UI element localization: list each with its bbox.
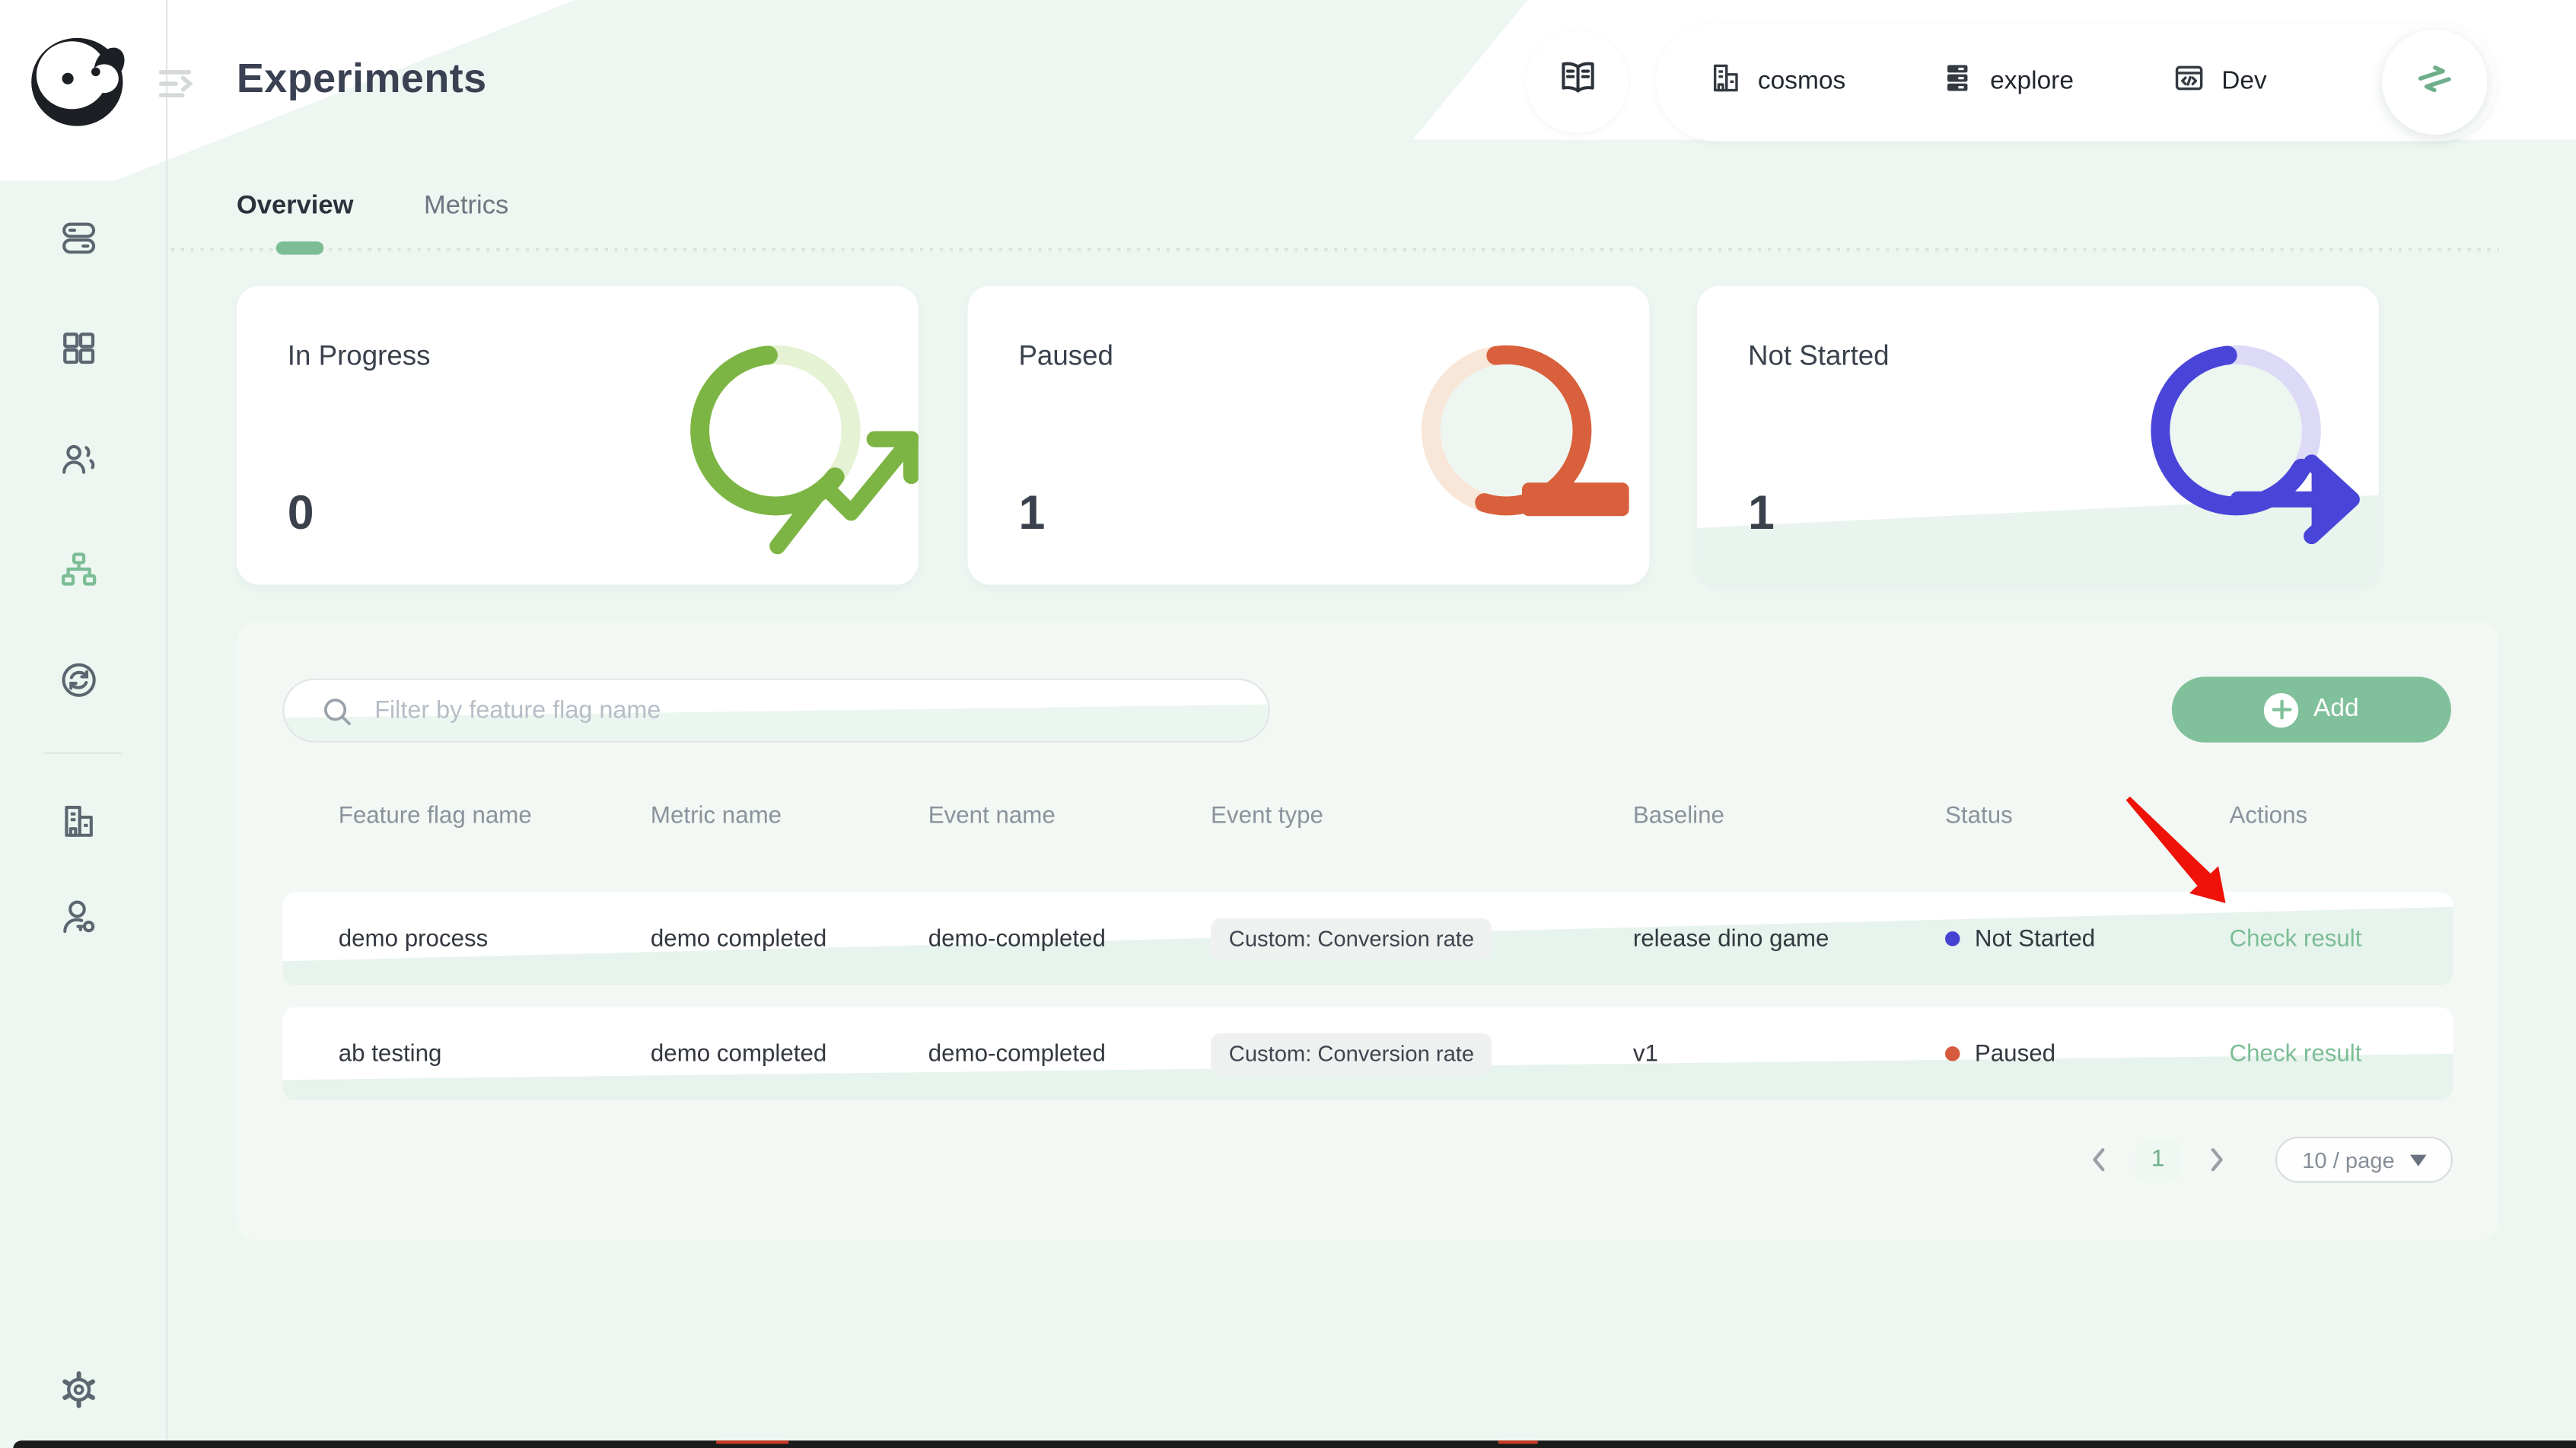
stack-icon xyxy=(1941,61,1975,103)
sidebar-item-toggles[interactable] xyxy=(59,218,99,258)
sidebar-border xyxy=(166,0,167,1448)
sidebar-item-experiments[interactable] xyxy=(59,550,99,590)
column-header: Event name xyxy=(928,794,1056,839)
code-window-icon xyxy=(2172,61,2206,103)
stat-value: 1 xyxy=(1748,488,1775,542)
stat-value: 0 xyxy=(288,488,314,542)
sidebar-item-dashboard[interactable] xyxy=(59,329,99,368)
book-icon xyxy=(1556,58,1597,107)
column-header: Metric name xyxy=(651,794,782,839)
event-type-badge: Custom: Conversion rate xyxy=(1211,1033,1492,1074)
sidebar-item-access[interactable] xyxy=(59,897,99,937)
event-name-cell: demo-completed xyxy=(928,1007,1106,1100)
status-dot xyxy=(1945,931,1960,946)
nav-item-project[interactable]: cosmos xyxy=(1708,61,1845,103)
search-input[interactable] xyxy=(374,680,1229,741)
status-label: Paused xyxy=(1975,1041,2055,1068)
nav-item-label: cosmos xyxy=(1758,68,1845,97)
active-tab-indicator xyxy=(276,241,324,254)
stat-label: Paused xyxy=(1018,340,1113,373)
add-button-label: Add xyxy=(2313,695,2359,724)
dock-accent xyxy=(1498,1440,1538,1443)
sidebar-collapse-icon[interactable] xyxy=(158,68,196,100)
metric-name-cell: demo completed xyxy=(651,892,826,985)
tab-metrics[interactable]: Metrics xyxy=(424,193,508,222)
not-started-donut xyxy=(2142,337,2329,524)
arrow-right-icon xyxy=(2211,406,2261,455)
nav-item-label: explore xyxy=(1990,68,2074,97)
column-header: Feature flag name xyxy=(339,794,532,839)
swap-arrows-icon xyxy=(2412,55,2457,109)
event-name-cell: demo-completed xyxy=(928,892,1106,985)
chevron-right-icon[interactable] xyxy=(2200,1144,2233,1176)
caret-down-icon xyxy=(2409,1154,2426,1166)
red-annotation-arrow xyxy=(2122,794,2231,912)
docs-button[interactable] xyxy=(1527,31,1629,133)
sidebar-item-sync[interactable] xyxy=(59,660,99,700)
tab-divider-line xyxy=(171,248,2499,251)
in-progress-donut xyxy=(682,337,869,524)
column-header: Status xyxy=(1945,794,2013,839)
chevron-left-icon[interactable] xyxy=(2083,1144,2116,1176)
page-number[interactable]: 1 xyxy=(2135,1138,2180,1182)
app-window: Experiments cosmos xyxy=(0,0,2576,1448)
pagination: 1 10 / page xyxy=(2083,1137,2453,1182)
status-cell: Paused xyxy=(1945,1007,2055,1100)
search-field xyxy=(282,679,1269,743)
sidebar-divider xyxy=(43,753,122,754)
mascot-logo[interactable] xyxy=(27,33,135,132)
tab-overview[interactable]: Overview xyxy=(237,193,354,222)
stat-card-not-started: Not Started 1 xyxy=(1697,286,2379,585)
nav-item-label: Dev xyxy=(2221,68,2267,97)
stat-card-in-progress: In Progress 0 xyxy=(237,286,919,585)
page-title: Experiments xyxy=(237,56,487,103)
top-navigation: cosmos explore Dev xyxy=(1656,23,2497,141)
page-size-label: 10 / page xyxy=(2302,1147,2395,1172)
metric-name-cell: demo completed xyxy=(651,1007,826,1100)
stat-label: Not Started xyxy=(1748,340,1890,373)
status-dot xyxy=(1945,1046,1960,1061)
stat-card-paused: Paused 1 xyxy=(968,286,1650,585)
baseline-cell: release dino game xyxy=(1633,892,1829,985)
trend-up-icon xyxy=(751,406,801,455)
stat-label: In Progress xyxy=(288,340,431,373)
baseline-cell: v1 xyxy=(1633,1007,1658,1100)
experiments-panel: Add Feature flag name Metric name Event … xyxy=(237,621,2499,1240)
add-button[interactable]: Add xyxy=(2172,676,2451,742)
sidebar-item-users[interactable] xyxy=(59,441,99,480)
plus-icon xyxy=(2264,692,2298,727)
nav-item-environment[interactable]: explore xyxy=(1941,61,2074,103)
status-cell: Not Started xyxy=(1945,892,2095,985)
pause-minus-icon xyxy=(1482,406,1531,455)
status-label: Not Started xyxy=(1975,925,2095,952)
event-type-badge: Custom: Conversion rate xyxy=(1211,918,1492,959)
sidebar-item-organization[interactable] xyxy=(59,801,99,841)
column-header: Actions xyxy=(2229,794,2307,839)
stat-value: 1 xyxy=(1018,488,1045,542)
paused-donut xyxy=(1413,337,1600,524)
building-icon xyxy=(1708,61,1743,103)
page-size-select[interactable]: 10 / page xyxy=(2275,1137,2453,1182)
check-result-link[interactable]: Check result xyxy=(2229,1007,2361,1100)
feature-flag-name-cell[interactable]: ab testing xyxy=(339,1007,442,1100)
switch-button[interactable] xyxy=(2382,30,2487,135)
dock-edge xyxy=(13,1440,2576,1448)
settings-gear-icon[interactable] xyxy=(59,1370,99,1409)
table-row: ab testing demo completed demo-completed… xyxy=(282,1007,2453,1100)
check-result-link[interactable]: Check result xyxy=(2229,892,2361,985)
column-header: Event type xyxy=(1211,794,1323,839)
feature-flag-name-cell[interactable]: demo process xyxy=(339,892,489,985)
column-header: Baseline xyxy=(1633,794,1724,839)
nav-item-env-dev[interactable]: Dev xyxy=(2172,61,2266,103)
dock-accent xyxy=(716,1440,788,1443)
